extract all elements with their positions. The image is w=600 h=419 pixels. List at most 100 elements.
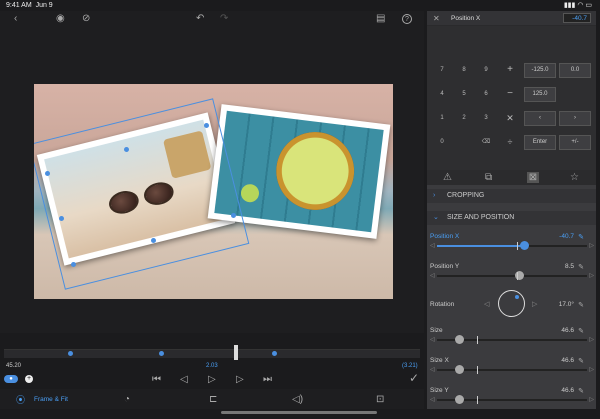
- star-icon[interactable]: ☆: [570, 173, 579, 183]
- preset-max[interactable]: 125.0: [524, 87, 556, 102]
- enter-button[interactable]: Enter: [524, 135, 556, 150]
- eye-slash-icon[interactable]: ⊘: [82, 14, 90, 24]
- rotate-left-icon[interactable]: ◁: [484, 300, 489, 308]
- status-bar: 9:41 AM Jun 9 ▮▮▮ ◠ ▭: [0, 0, 600, 11]
- preset-zero[interactable]: 0.0: [559, 63, 591, 78]
- transition-icon[interactable]: ⧉: [485, 173, 492, 183]
- minus-icon[interactable]: −: [501, 86, 519, 102]
- close-icon[interactable]: ✕: [433, 14, 440, 24]
- size-x-slider[interactable]: ◁ ▷: [430, 365, 594, 374]
- chevron-left-icon[interactable]: ‹: [14, 14, 17, 24]
- selection-handle[interactable]: [70, 261, 76, 267]
- pencil-icon[interactable]: ✎: [578, 233, 584, 241]
- frame-fit-icon[interactable]: ⦿: [16, 395, 25, 405]
- status-time: 9:41 AM Jun 9: [6, 2, 53, 9]
- pencil-icon[interactable]: ✎: [578, 263, 584, 271]
- time-left: 45.20: [6, 363, 22, 369]
- key-2[interactable]: 2: [453, 110, 475, 126]
- selection-handle[interactable]: [230, 212, 236, 218]
- key-decimal[interactable]: [453, 134, 475, 150]
- skip-end-icon[interactable]: ⏭: [263, 375, 272, 385]
- plus-icon[interactable]: +: [501, 62, 519, 78]
- selection-frame[interactable]: [34, 98, 250, 290]
- selection-handle[interactable]: [203, 122, 209, 128]
- position-x-slider[interactable]: ◁ ▷: [430, 241, 594, 250]
- skip-start-icon[interactable]: ⏮: [152, 375, 161, 385]
- param-size-x[interactable]: Size X 46.6 ✎ ◁ ▷: [427, 355, 596, 385]
- step-forward-icon[interactable]: ▷: [236, 375, 244, 385]
- key-7[interactable]: 7: [431, 62, 453, 78]
- step-back-icon[interactable]: ◁: [180, 375, 188, 385]
- size-slider[interactable]: ◁ ▷: [430, 335, 594, 344]
- param-size-y[interactable]: Size Y 46.6 ✎ ◁ ▷: [427, 385, 596, 409]
- keyframe-marker[interactable]: [272, 351, 277, 356]
- key-3[interactable]: 3: [475, 110, 497, 126]
- divide-icon[interactable]: ÷: [501, 134, 519, 150]
- speaker-icon[interactable]: ◁): [292, 395, 303, 405]
- chevron-down-icon: ⌄: [433, 214, 439, 221]
- time-remaining: (3.21): [402, 363, 418, 369]
- param-position-y[interactable]: Position Y 8.5 ✎ ◁ ▷: [427, 261, 596, 291]
- param-position-x[interactable]: Position X -40.7 ✎ ◁ ▷: [427, 231, 596, 261]
- crop-icon[interactable]: ⊏: [209, 395, 217, 405]
- inspector-panel: ✕ Position X -40.7 7 8 9 4 5 6 1 2 3 0 ⌫…: [427, 11, 596, 409]
- key-9[interactable]: 9: [475, 62, 497, 78]
- library-icon[interactable]: ▤: [376, 14, 385, 24]
- size-y-slider[interactable]: ◁ ▷: [430, 395, 594, 404]
- selection-handle[interactable]: [123, 146, 129, 152]
- pencil-icon[interactable]: ✎: [578, 387, 584, 395]
- panel-header: ✕ Position X -40.7: [427, 11, 596, 26]
- undo-icon[interactable]: ↶: [196, 14, 204, 24]
- key-5[interactable]: 5: [453, 86, 475, 102]
- play-icon[interactable]: ▷: [208, 375, 216, 385]
- home-indicator: [221, 411, 377, 414]
- frame-icon[interactable]: ⊠: [527, 172, 539, 183]
- lime-slice-icon: [239, 183, 261, 204]
- selection-handle[interactable]: [150, 237, 156, 243]
- playhead[interactable]: [234, 345, 238, 360]
- key-8[interactable]: 8: [453, 62, 475, 78]
- keyframe-marker[interactable]: [68, 351, 73, 356]
- selection-handle[interactable]: [44, 170, 50, 176]
- help-icon[interactable]: ?: [402, 14, 412, 24]
- rotation-dial[interactable]: [498, 290, 525, 317]
- warning-icon[interactable]: ⚠: [443, 173, 452, 183]
- top-toolbar: ‹ ◉ ⊘ ↶ ↷ ▤ ?: [0, 11, 424, 27]
- value-field[interactable]: -40.7: [563, 13, 591, 23]
- section-cropping[interactable]: › CROPPING: [427, 189, 596, 203]
- redo-icon[interactable]: ↷: [220, 14, 228, 24]
- key-0[interactable]: 0: [431, 134, 453, 150]
- battery-icon: ▮▮▮ ◠ ▭: [563, 2, 592, 9]
- chevron-right-icon: ›: [433, 192, 436, 199]
- keyframe-marker[interactable]: [159, 351, 164, 356]
- pencil-icon[interactable]: ✎: [578, 327, 584, 335]
- timeline-track[interactable]: [4, 349, 420, 358]
- arrow-right-icon[interactable]: ›: [559, 111, 591, 126]
- multiply-icon[interactable]: ✕: [501, 110, 519, 126]
- transform-icon[interactable]: ⊡: [376, 395, 384, 405]
- backspace-icon[interactable]: ⌫: [475, 134, 497, 150]
- add-keyframe-icon[interactable]: +: [25, 375, 33, 383]
- position-y-slider[interactable]: ◁ ▷: [430, 271, 594, 280]
- param-size[interactable]: Size 46.6 ✎ ◁ ▷: [427, 325, 596, 355]
- arrow-left-icon[interactable]: ‹: [524, 111, 556, 126]
- panel-title: Position X: [451, 15, 481, 22]
- eye-icon[interactable]: ◉: [56, 14, 65, 24]
- preset-min[interactable]: -125.0: [524, 63, 556, 78]
- key-4[interactable]: 4: [431, 86, 453, 102]
- rotate-right-icon[interactable]: ▷: [532, 300, 537, 308]
- tab-bar: ⦿ Frame & Fit ◔ ⊏ ◁) ⊡: [0, 389, 424, 409]
- clock-icon[interactable]: ◔: [124, 395, 130, 405]
- pencil-icon[interactable]: ✎: [578, 301, 584, 309]
- pencil-icon[interactable]: ✎: [578, 357, 584, 365]
- key-6[interactable]: 6: [475, 86, 497, 102]
- video-canvas[interactable]: [34, 84, 393, 299]
- section-size-position[interactable]: ⌄ SIZE AND POSITION: [427, 211, 596, 225]
- pie-icon: [271, 127, 359, 215]
- selection-handle[interactable]: [58, 215, 64, 221]
- tab-frame-fit[interactable]: Frame & Fit: [34, 396, 68, 403]
- key-1[interactable]: 1: [431, 110, 453, 126]
- toggle-icon[interactable]: ●: [4, 375, 18, 383]
- plus-minus-button[interactable]: +/-: [559, 135, 591, 150]
- checkmark-icon[interactable]: ✓: [409, 372, 419, 384]
